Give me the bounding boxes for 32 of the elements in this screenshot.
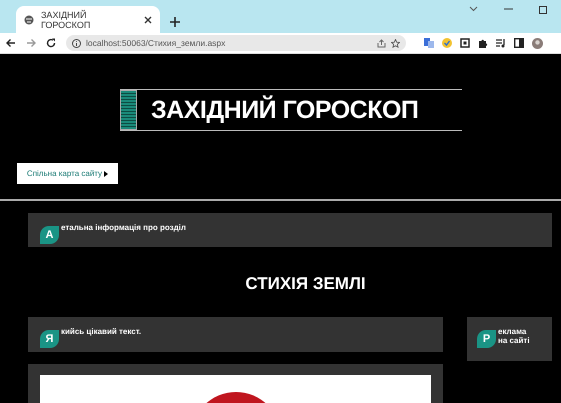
striped-bar <box>120 90 137 130</box>
minimize-icon[interactable] <box>504 6 513 12</box>
close-icon[interactable] <box>144 16 152 24</box>
drop-cap-letter: Я <box>40 330 59 348</box>
panel-text: еклама на сайті <box>498 327 530 345</box>
check-badge-icon[interactable] <box>442 38 452 48</box>
maximize-icon[interactable] <box>539 6 547 14</box>
square-icon[interactable] <box>460 38 470 48</box>
new-tab-icon[interactable] <box>170 17 180 27</box>
reload-icon[interactable] <box>46 38 56 48</box>
share-icon[interactable] <box>377 38 386 48</box>
sitemap-button[interactable]: Спільна карта сайту <box>17 163 118 184</box>
puzzle-icon[interactable] <box>478 38 488 48</box>
translate-icon[interactable] <box>424 38 434 48</box>
section-title: СТИХІЯ ЗЕМЛІ <box>244 274 367 294</box>
sidebar-icon[interactable] <box>514 38 524 48</box>
drop-cap-letter: Р <box>477 330 496 348</box>
info-icon <box>72 38 81 48</box>
avatar-icon[interactable] <box>532 38 543 48</box>
forward-icon[interactable] <box>26 38 36 48</box>
dropdown-icon[interactable] <box>469 6 478 12</box>
playlist-icon[interactable] <box>496 38 506 48</box>
panel-text: кийсь цікавий текст. <box>61 327 142 336</box>
panel-text: етальна інформація про розділ <box>61 223 186 232</box>
site-title: ЗАХІДНИЙ ГОРОСКОП <box>151 96 418 124</box>
back-icon[interactable] <box>6 38 16 48</box>
drop-cap-letter: А <box>40 226 59 244</box>
browser-tab[interactable]: ЗАХІДНИЙ ГОРОСКОП <box>16 6 160 33</box>
globe-icon <box>24 14 34 24</box>
caret-icon <box>104 170 108 176</box>
star-icon[interactable] <box>391 38 400 48</box>
address-bar[interactable]: localhost:50063/Стихия_земли.aspx <box>66 35 406 51</box>
